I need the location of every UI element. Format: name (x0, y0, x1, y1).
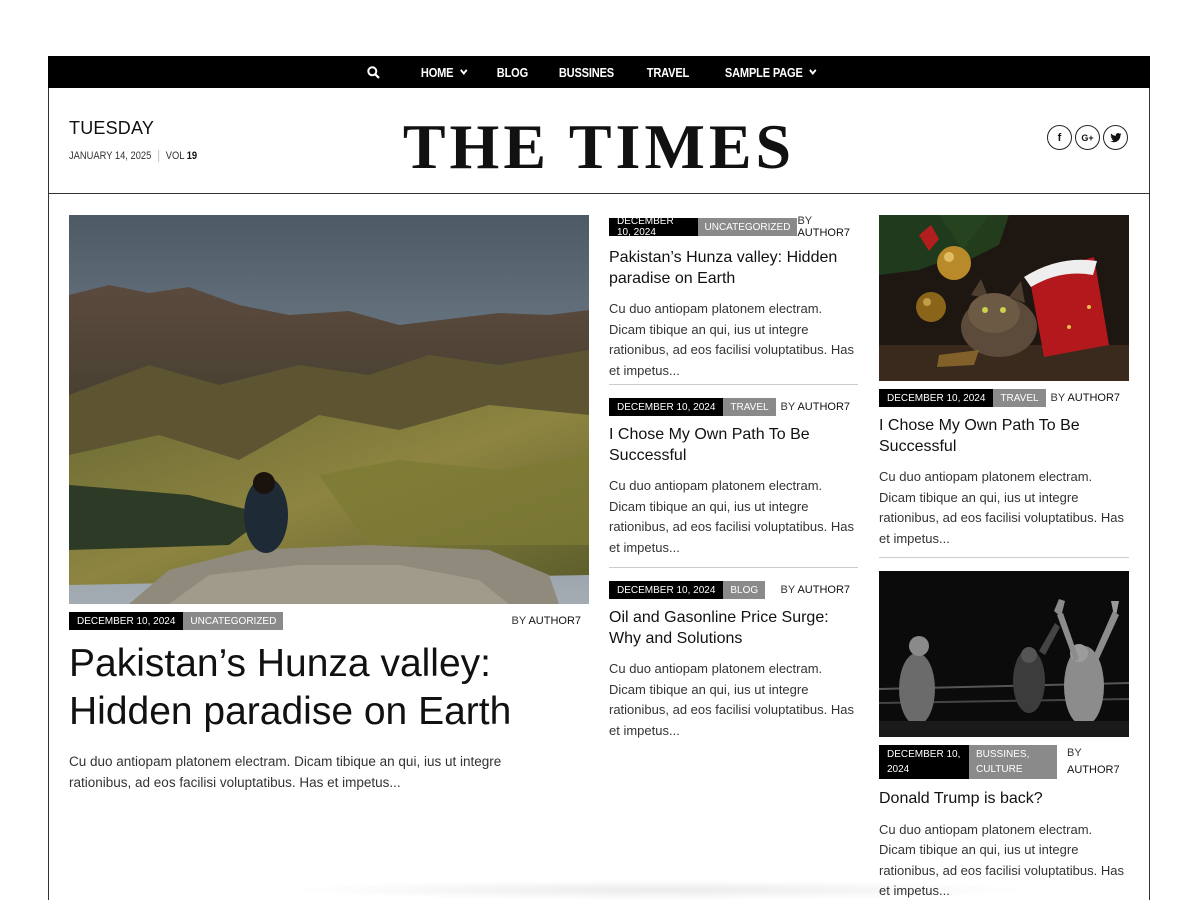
hero-article-excerpt: Cu duo antiopam platonem electram. Dicam… (69, 754, 502, 790)
author-byline: BY AUTHOR7 (781, 584, 851, 596)
date-badge-line: DECEMBER 10, (887, 749, 961, 760)
middle-article-1: DECEMBER 10, 2024 UNCATEGORIZED BY AUTHO… (609, 215, 858, 381)
chevron-down-icon (809, 66, 817, 75)
category-badge[interactable]: UNCATEGORIZED (697, 218, 798, 236)
article-meta: DECEMBER 10, 2024 UNCATEGORIZED BY AUTHO… (609, 215, 850, 239)
article-divider (609, 384, 858, 385)
chevron-down-icon (460, 66, 468, 75)
hero-article-image[interactable] (69, 215, 589, 604)
article-title[interactable]: Oil and Gasonline Price Surge: Why and S… (609, 608, 858, 649)
author-byline: BY AUTHOR7 (797, 215, 850, 239)
nav-item-home[interactable]: HOME (421, 64, 468, 80)
nav-item-label: BLOG (496, 64, 528, 80)
author-link[interactable]: AUTHOR7 (528, 615, 581, 627)
byline-prefix: BY (797, 215, 812, 227)
article-thumbnail-christmas-cat[interactable] (879, 215, 1129, 381)
byline-prefix: BY (1067, 747, 1082, 759)
nav-item-bussines[interactable]: BUSSINES (559, 65, 614, 80)
category-badge[interactable]: BUSSINES, CULTURE (969, 745, 1057, 779)
nav-item-blog[interactable]: BLOG (496, 65, 527, 80)
article-divider (879, 557, 1129, 558)
nav-item-sample-page[interactable]: SAMPLE PAGE (725, 64, 817, 80)
author-link[interactable]: AUTHOR7 (797, 584, 850, 596)
date-badge: DECEMBER 10, 2024 (609, 216, 698, 238)
article-meta: DECEMBER 10, 2024 BUSSINES, CULTURE BY A… (879, 745, 1120, 779)
article-title[interactable]: I Chose My Own Path To Be Successful (879, 416, 1129, 457)
category-badge[interactable]: TRAVEL (993, 389, 1046, 407)
facebook-icon[interactable]: f (1047, 125, 1072, 150)
search-icon[interactable] (363, 62, 383, 82)
top-navigation: HOME BLOG BUSSINES TRAVEL SAMPLE PAGE (48, 56, 1150, 88)
nav-item-label: BUSSINES (559, 64, 615, 80)
date-badge-line: 2024 (887, 764, 910, 775)
byline-prefix: BY (1050, 392, 1065, 404)
author-byline: BY AUTHOR7 (512, 615, 582, 627)
article-title[interactable]: I Chose My Own Path To Be Successful (609, 425, 858, 466)
hero-article-meta: DECEMBER 10, 2024 UNCATEGORIZED BY AUTHO… (69, 612, 581, 630)
right-article-1: DECEMBER 10, 2024 TRAVEL BY AUTHOR7 I Ch… (879, 389, 1129, 549)
author-byline: BY AUTHOR7 (1067, 745, 1120, 779)
date-badge: DECEMBER 10, 2024 (879, 389, 994, 407)
byline-prefix: BY (780, 401, 795, 413)
scroll-shadow (280, 880, 1040, 900)
article-title[interactable]: Pakistan’s Hunza valley: Hidden paradise… (609, 248, 858, 289)
date-badge: DECEMBER 10, 2024 (69, 612, 184, 630)
author-link[interactable]: AUTHOR7 (797, 401, 850, 413)
social-links: f G+ (1047, 125, 1128, 150)
category-badge[interactable]: BLOG (723, 581, 766, 599)
article-divider (609, 567, 858, 568)
nav-item-label: TRAVEL (647, 64, 690, 80)
nav-item-label: HOME (421, 64, 454, 80)
google-plus-icon[interactable]: G+ (1075, 125, 1100, 150)
right-article-2: DECEMBER 10, 2024 BUSSINES, CULTURE BY A… (879, 745, 1129, 900)
article-meta: DECEMBER 10, 2024 TRAVEL BY AUTHOR7 (879, 389, 1120, 407)
category-badge-line: BUSSINES, (976, 749, 1030, 760)
author-link[interactable]: AUTHOR7 (1067, 764, 1120, 776)
date-badge: DECEMBER 10, 2024 (879, 745, 969, 779)
date-badge: DECEMBER 10, 2024 (609, 581, 724, 599)
site-logo[interactable]: THE TIMES (48, 110, 1150, 184)
article-meta: DECEMBER 10, 2024 BLOG BY AUTHOR7 (609, 581, 850, 599)
twitter-icon[interactable] (1103, 125, 1128, 150)
author-byline: BY AUTHOR7 (1051, 392, 1121, 404)
masthead: TUESDAY JANUARY 14, 2025 VOL 19 THE TIME… (48, 88, 1150, 194)
article-excerpt: Cu duo antiopam platonem electram. Dicam… (609, 661, 854, 738)
article-excerpt: Cu duo antiopam platonem electram. Dicam… (609, 301, 854, 378)
category-badge-line: CULTURE (976, 764, 1023, 775)
author-link[interactable]: AUTHOR7 (797, 227, 850, 239)
article-excerpt: Cu duo antiopam platonem electram. Dicam… (609, 478, 854, 555)
middle-article-2: DECEMBER 10, 2024 TRAVEL BY AUTHOR7 I Ch… (609, 398, 858, 558)
author-link[interactable]: AUTHOR7 (1067, 392, 1120, 404)
category-badge[interactable]: TRAVEL (723, 398, 776, 416)
article-excerpt: Cu duo antiopam platonem electram. Dicam… (879, 469, 1124, 546)
article-thumbnail-boxing[interactable] (879, 571, 1129, 737)
middle-article-3: DECEMBER 10, 2024 BLOG BY AUTHOR7 Oil an… (609, 581, 858, 741)
hero-article-title[interactable]: Pakistan’s Hunza valley: Hidden paradise… (69, 640, 589, 736)
nav-item-label: SAMPLE PAGE (725, 64, 803, 80)
byline-prefix: BY (511, 615, 526, 627)
author-byline: BY AUTHOR7 (781, 401, 851, 413)
article-meta: DECEMBER 10, 2024 TRAVEL BY AUTHOR7 (609, 398, 850, 416)
byline-prefix: BY (780, 584, 795, 596)
date-badge: DECEMBER 10, 2024 (609, 398, 724, 416)
article-title[interactable]: Donald Trump is back? (879, 789, 1129, 810)
category-badge[interactable]: UNCATEGORIZED (183, 612, 284, 630)
nav-item-travel[interactable]: TRAVEL (647, 64, 690, 80)
